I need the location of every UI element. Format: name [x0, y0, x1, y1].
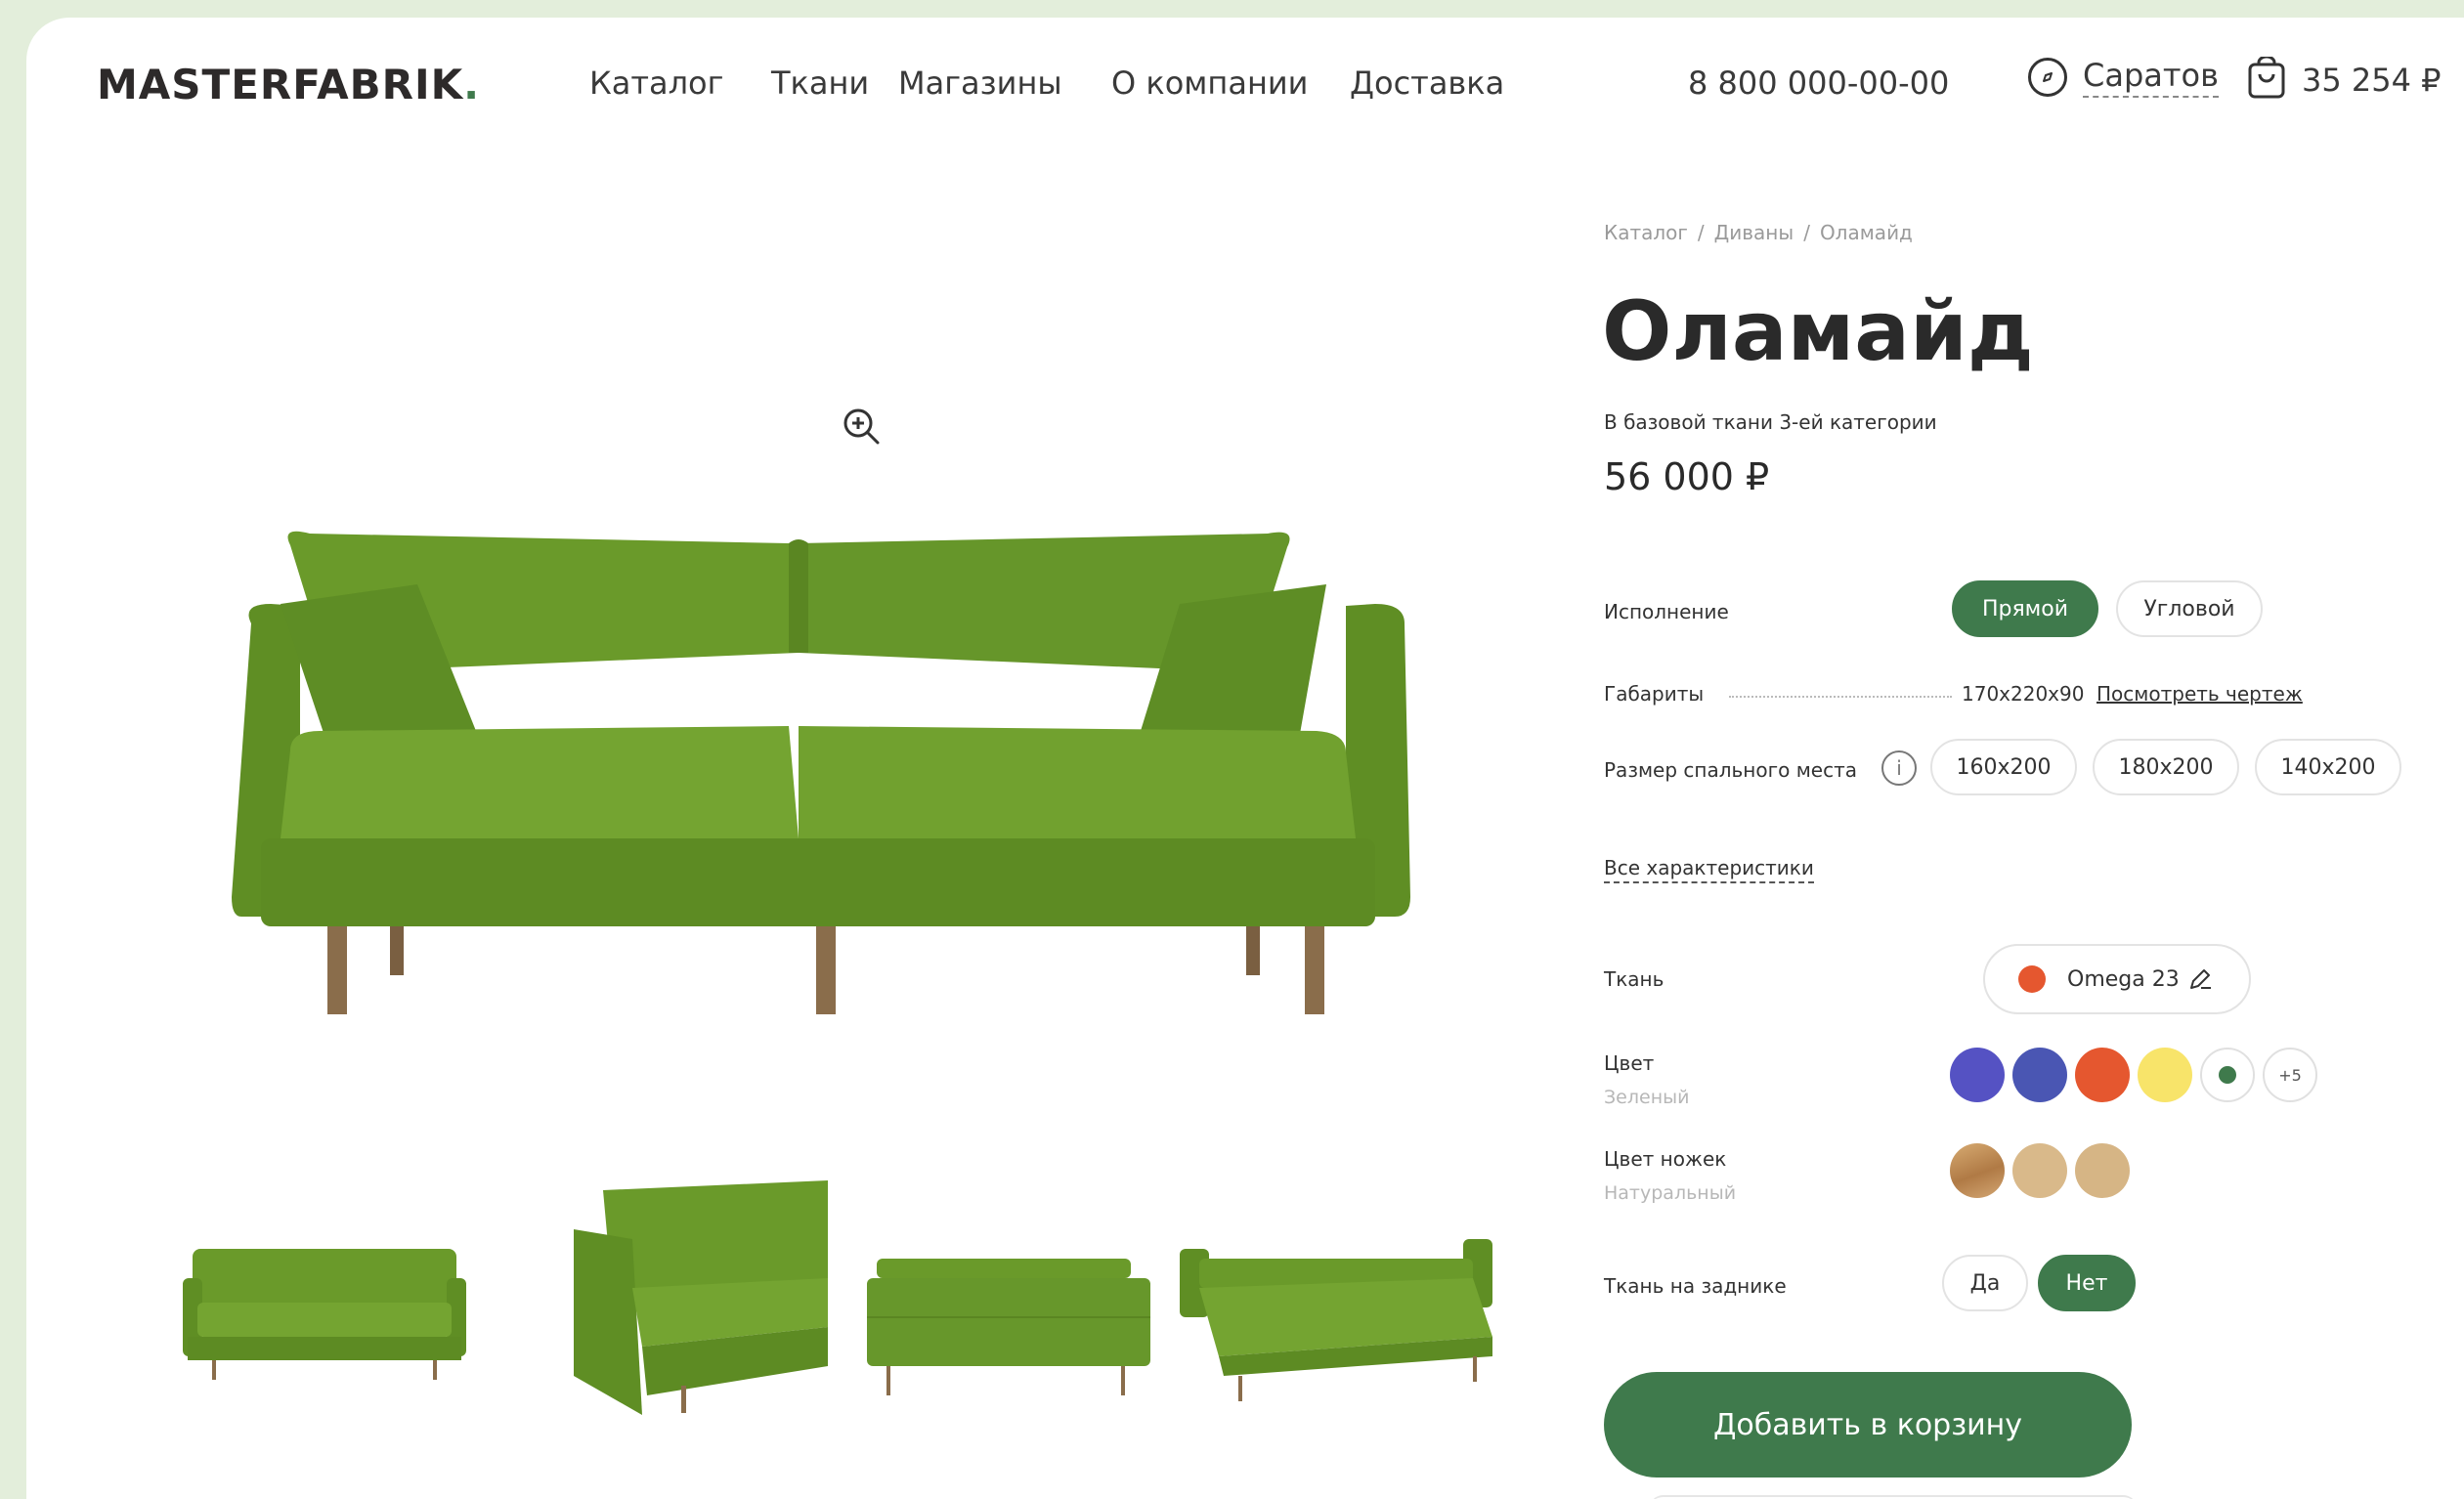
zoom-in-icon[interactable] — [840, 405, 883, 448]
color-swatch-violet[interactable] — [1950, 1048, 2005, 1102]
thumbnail-back[interactable] — [867, 1259, 1150, 1405]
legs-color-selected-name: Натуральный — [1604, 1182, 1737, 1204]
color-swatch-blue[interactable] — [2012, 1048, 2067, 1102]
breadcrumb: Каталог / Диваны / Оламайд — [1604, 221, 1913, 244]
back-fabric-no-button[interactable]: Нет — [2038, 1255, 2136, 1311]
view-drawing-link[interactable]: Посмотреть чертеж — [2097, 682, 2303, 706]
dimensions-leader — [1729, 696, 1952, 698]
thumbnail-angle[interactable] — [574, 1171, 838, 1415]
pencil-icon — [2189, 969, 2211, 989]
cart-button[interactable]: 35 254 ₽ — [2247, 55, 2442, 104]
add-to-cart-button[interactable]: Добавить в корзину — [1604, 1372, 2132, 1478]
color-swatch-orange[interactable] — [2075, 1048, 2130, 1102]
execution-label: Исполнение — [1604, 600, 1729, 623]
legs-swatch-natural[interactable] — [2075, 1143, 2130, 1198]
sleep-size-label: Размер спального места — [1604, 758, 1858, 782]
execution-straight-button[interactable]: Прямой — [1952, 580, 2098, 637]
nav-delivery[interactable]: Доставка — [1350, 64, 1504, 102]
legs-swatch-oak[interactable] — [2012, 1143, 2067, 1198]
product-price: 56 000 ₽ — [1604, 455, 1770, 498]
product-title: Оламайд — [1602, 283, 2034, 379]
cart-total: 35 254 ₽ — [2302, 62, 2442, 99]
phone-number[interactable]: 8 800 000-00-00 — [1688, 64, 1949, 102]
page-card: MASTERFABRIK. Каталог Ткани Магазины О к… — [26, 18, 2464, 1499]
city-selector[interactable]: Саратов — [2028, 57, 2219, 98]
brand-logo[interactable]: MASTERFABRIK. — [97, 61, 480, 108]
all-specs-link[interactable]: Все характеристики — [1604, 856, 1814, 883]
fabric-name: Omega 23 — [2067, 966, 2180, 992]
fabric-color-dot — [2018, 965, 2046, 993]
color-label: Цвет — [1604, 1051, 1655, 1075]
nav-catalog[interactable]: Каталог — [589, 64, 723, 102]
fabric-label: Ткань — [1604, 967, 1664, 991]
compass-icon — [2028, 58, 2067, 97]
nav-about[interactable]: О компании — [1111, 64, 1308, 102]
thumbnail-unfolded[interactable] — [1180, 1239, 1492, 1405]
breadcrumb-current: Оламайд — [1819, 221, 1913, 244]
breadcrumb-separator: / — [1803, 221, 1810, 244]
breadcrumb-sofas[interactable]: Диваны — [1714, 221, 1794, 244]
logo-dot: . — [463, 61, 481, 108]
back-fabric-yes-button[interactable]: Да — [1942, 1255, 2028, 1311]
more-colors-button[interactable]: +5 — [2263, 1048, 2317, 1102]
breadcrumb-catalog[interactable]: Каталог — [1604, 221, 1688, 244]
sleep-size-160x200[interactable]: 160x200 — [1930, 739, 2077, 795]
nav-stores[interactable]: Магазины — [898, 64, 1062, 102]
sleep-size-140x200[interactable]: 140x200 — [2255, 739, 2401, 795]
legs-swatch-walnut[interactable] — [1950, 1143, 2005, 1198]
color-swatch-green-selected[interactable] — [2200, 1048, 2255, 1102]
dimensions-label: Габариты — [1604, 682, 1705, 706]
thumbnail-front[interactable] — [183, 1239, 466, 1386]
color-swatch-yellow[interactable] — [2138, 1048, 2192, 1102]
info-icon[interactable]: i — [1881, 750, 1917, 786]
execution-corner-button[interactable]: Угловой — [2116, 580, 2263, 637]
product-subtitle: В базовой ткани 3-ей категории — [1604, 410, 1937, 434]
thumbnail-strip — [153, 1171, 1522, 1425]
dimensions-value: 170x220x90 — [1962, 682, 2085, 706]
legs-color-label: Цвет ножек — [1604, 1147, 1727, 1171]
sleep-size-180x200[interactable]: 180x200 — [2093, 739, 2239, 795]
breadcrumb-separator: / — [1697, 221, 1705, 244]
back-fabric-label: Ткань на заднике — [1604, 1274, 1787, 1298]
product-main-image[interactable] — [222, 526, 1434, 1014]
fabric-selector[interactable]: Omega 23 — [1983, 944, 2251, 1014]
city-name: Саратов — [2083, 57, 2219, 98]
color-selected-name: Зеленый — [1604, 1087, 1690, 1108]
cart-icon — [2247, 55, 2286, 104]
secondary-button-edge[interactable] — [1649, 1495, 2138, 1499]
nav-fabrics[interactable]: Ткани — [771, 64, 869, 102]
logo-text: MASTERFABRIK — [97, 61, 464, 108]
